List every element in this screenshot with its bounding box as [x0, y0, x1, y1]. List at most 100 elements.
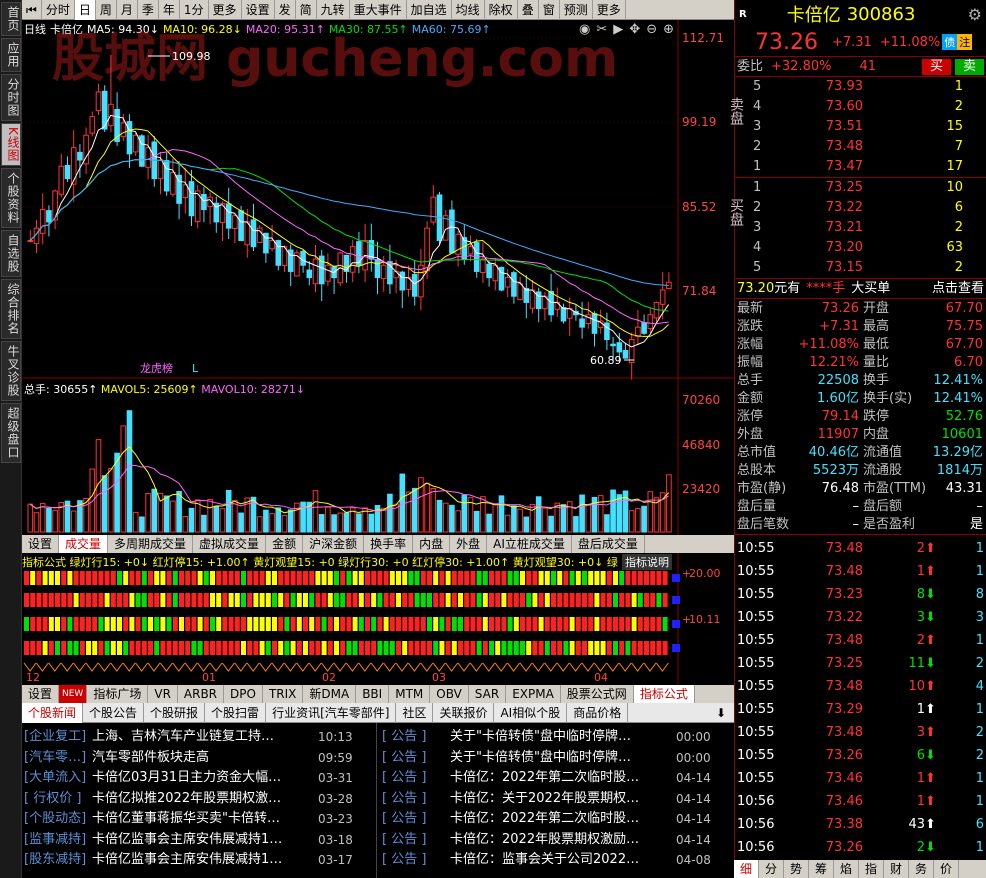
indicator-tab-8[interactable]: BBI	[356, 685, 390, 703]
news-tab-2[interactable]: 个股研报	[144, 702, 206, 723]
indicator-tab-7[interactable]: 新DMA	[303, 685, 357, 703]
book-row[interactable]: 2 73.22 6	[753, 198, 986, 218]
buy-button[interactable]: 买	[921, 58, 951, 75]
news-item[interactable]: [ 公告 ] 卡倍亿：2022年第二次临时股… 04-14	[382, 809, 732, 830]
right-tab-5[interactable]: 指	[859, 860, 884, 878]
news-tab-8[interactable]: 商品价格	[567, 702, 629, 723]
right-tab-6[interactable]: 财	[884, 860, 909, 878]
left-tab-6[interactable]: 综合排名	[1, 278, 21, 339]
volume-tab-4[interactable]: 金额	[266, 535, 304, 553]
gear-icon[interactable]: ⚙	[968, 5, 982, 24]
volume-tab-10[interactable]: 盘后成交量	[572, 535, 645, 553]
sell-button[interactable]: 卖	[954, 58, 984, 75]
book-row[interactable]: 1 73.47 17	[753, 157, 986, 177]
news-tab-6[interactable]: 关联报价	[433, 702, 495, 723]
news-title[interactable]: 卡倍亿监事会主席安伟展减持1…	[92, 830, 314, 851]
book-row[interactable]: 4 73.20 63	[753, 238, 986, 258]
news-item[interactable]: [监事减持] 卡倍亿监事会主席安伟展减持1… 03-18	[24, 830, 374, 851]
news-item[interactable]: [汽车零…] 汽车零部件板块走高 09:59	[24, 748, 374, 769]
indicator-tab-10[interactable]: OBV	[430, 685, 469, 703]
prev-icon[interactable]: ⏮	[22, 0, 42, 20]
indicator-tab-11[interactable]: SAR	[469, 685, 507, 703]
left-tab-7[interactable]: 牛叉诊股	[1, 340, 21, 401]
indicator-tab-2[interactable]: 指标广场	[87, 685, 149, 703]
news-item[interactable]: [股东减持] 卡倍亿监事会主席安伟展减持1… 03-17	[24, 850, 374, 871]
volume-tab-0[interactable]: 设置	[22, 535, 60, 553]
right-tab-7[interactable]: 务	[909, 860, 934, 878]
news-tab-7[interactable]: AI相似个股	[494, 702, 568, 723]
news-title[interactable]: 卡倍亿董事蒋振华买卖"卡倍转…	[92, 809, 314, 830]
indicator-tab-0[interactable]: 设置	[22, 685, 60, 703]
volume-tab-6[interactable]: 换手率	[364, 535, 414, 553]
news-item[interactable]: [ 公告 ] 关于"卡倍转债"盘中临时停牌… 00:00	[382, 748, 732, 769]
news-item[interactable]: [ 公告 ] 关于"卡倍转债"盘中临时停牌… 00:00	[382, 727, 732, 748]
news-tab-3[interactable]: 个股扫雷	[205, 702, 267, 723]
volume-tab-5[interactable]: 沪深金额	[303, 535, 365, 553]
book-row[interactable]: 5 73.15 2	[753, 258, 986, 278]
right-tab-1[interactable]: 分	[759, 860, 784, 878]
news-item[interactable]: [企业复工] 上海、吉林汽车产业链复工持… 10:13	[24, 727, 374, 748]
volume-tab-2[interactable]: 多周期成交量	[108, 535, 194, 553]
volume-tab-3[interactable]: 虚拟成交量	[193, 535, 267, 553]
book-row[interactable]: 4 73.60 2	[753, 97, 986, 117]
indicator-tab-12[interactable]: EXPMA	[506, 685, 561, 703]
big-order-link[interactable]: 点击查看	[932, 279, 984, 298]
kline-chart-area[interactable]: 日线 卡倍亿 MA5: 94.30↓ MA10: 96.28↓ MA20: 95…	[22, 20, 734, 535]
news-tab-1[interactable]: 个股公告	[83, 702, 145, 723]
news-title[interactable]: 汽车零部件板块走高	[92, 748, 314, 769]
indicator-tab-3[interactable]: VR	[148, 685, 178, 703]
volume-tab-7[interactable]: 内盘	[413, 535, 451, 553]
news-title[interactable]: 卡倍亿：2022年第二次临时股…	[450, 809, 672, 830]
left-tab-1[interactable]: 应用	[1, 38, 21, 72]
news-title[interactable]: 上海、吉林汽车产业链复工持…	[92, 727, 314, 748]
book-row[interactable]: 3 73.51 15	[753, 117, 986, 137]
indicator-tab-1[interactable]: NEW	[59, 685, 88, 703]
indicator-panel[interactable]: 指标公式 绿灯行15: +0↓ 红灯停15: +1.00↑ 黄灯观望15: +0…	[22, 553, 734, 685]
indicator-tab-6[interactable]: TRIX	[263, 685, 304, 703]
news-tab-5[interactable]: 社区	[396, 702, 434, 723]
news-item[interactable]: [个股动态] 卡倍亿董事蒋振华买卖"卡倍转… 03-23	[24, 809, 374, 830]
book-row[interactable]: 3 73.21 2	[753, 218, 986, 238]
book-row[interactable]: 1 73.25 10	[753, 178, 986, 198]
news-item[interactable]: [ 行权价 ] 卡倍亿拟推2022年股票期权激… 03-28	[24, 789, 374, 810]
right-tab-3[interactable]: 筹	[809, 860, 834, 878]
left-tab-0[interactable]: 首页	[1, 2, 21, 36]
right-tab-2[interactable]: 势	[784, 860, 809, 878]
news-tab-4[interactable]: 行业资讯[汽车零部件]	[266, 702, 397, 723]
left-tab-4[interactable]: 个股资料	[1, 167, 21, 228]
volume-tab-1[interactable]: 成交量	[59, 535, 109, 553]
left-tab-5[interactable]: 自选股	[1, 229, 21, 277]
news-title[interactable]: 卡倍亿监事会主席安伟展减持1…	[92, 850, 314, 871]
right-tab-4[interactable]: 焰	[834, 860, 859, 878]
news-title[interactable]: 卡倍亿：关于2022年股票期权…	[450, 789, 672, 810]
download-icon[interactable]: ⬇	[708, 706, 734, 720]
left-tab-3[interactable]: K线图	[1, 123, 21, 166]
indicator-tab-4[interactable]: ARBR	[178, 685, 225, 703]
indicator-tab-13[interactable]: 股票公式网	[561, 685, 634, 703]
reg-tag[interactable]: 注	[957, 34, 973, 50]
right-tab-8[interactable]: 价	[934, 860, 959, 878]
news-item[interactable]: [大单流入] 卡倍亿03月31日主力资金大幅… 03-31	[24, 768, 374, 789]
news-title[interactable]: 卡倍亿：2022年第二次临时股…	[450, 768, 672, 789]
news-item[interactable]: [ 公告 ] 卡倍亿：关于2022年股票期权… 04-14	[382, 789, 732, 810]
bond-tag[interactable]: 债	[942, 34, 958, 50]
news-tab-0[interactable]: 个股新闻	[22, 702, 84, 723]
volume-tab-9[interactable]: AI立桩成交量	[487, 535, 572, 553]
news-title[interactable]: 卡倍亿：2022年股票期权激励…	[450, 830, 672, 851]
indicator-tab-14[interactable]: 指标公式	[633, 685, 695, 703]
volume-tab-8[interactable]: 外盘	[450, 535, 488, 553]
news-item[interactable]: [ 公告 ] 卡倍亿：监事会关于公司2022… 04-08	[382, 850, 732, 871]
news-item[interactable]: [ 公告 ] 卡倍亿：2022年第二次临时股… 04-14	[382, 768, 732, 789]
news-title[interactable]: 卡倍亿03月31日主力资金大幅…	[92, 768, 314, 789]
news-title[interactable]: 关于"卡倍转债"盘中临时停牌…	[450, 748, 672, 769]
news-title[interactable]: 卡倍亿：监事会关于公司2022…	[450, 850, 672, 871]
news-title[interactable]: 关于"卡倍转债"盘中临时停牌…	[450, 727, 672, 748]
book-row[interactable]: 5 73.93 1	[753, 77, 986, 97]
news-title[interactable]: 卡倍亿拟推2022年股票期权激…	[92, 789, 314, 810]
indicator-tab-5[interactable]: DPO	[224, 685, 263, 703]
right-tab-0[interactable]: 细	[734, 860, 759, 878]
left-tab-2[interactable]: 分时图	[1, 74, 21, 121]
indicator-tab-9[interactable]: MTM	[389, 685, 431, 703]
news-item[interactable]: [ 公告 ] 卡倍亿：2022年股票期权激励… 04-14	[382, 830, 732, 851]
book-row[interactable]: 2 73.48 7	[753, 137, 986, 157]
